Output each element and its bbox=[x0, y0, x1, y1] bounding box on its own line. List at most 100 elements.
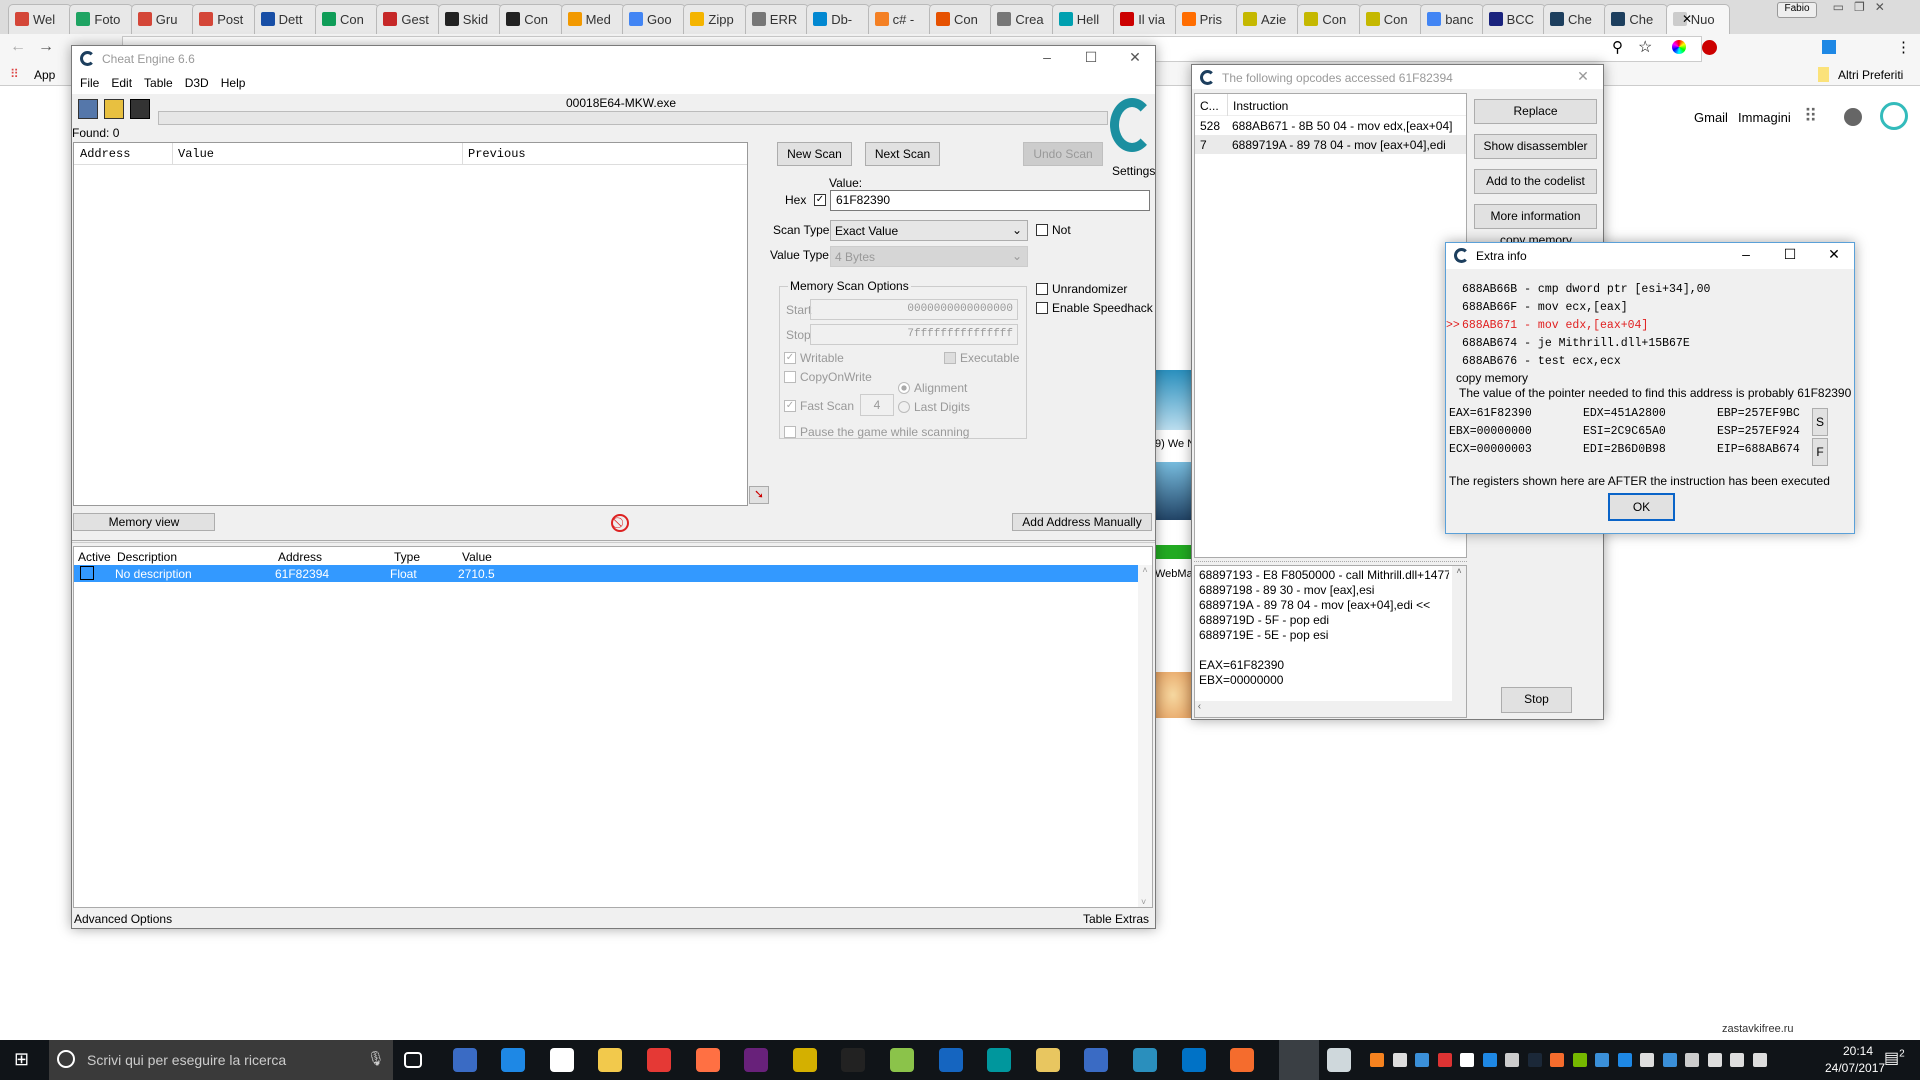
tray-icon[interactable] bbox=[1527, 1053, 1542, 1067]
copyonwrite-checkbox[interactable] bbox=[784, 371, 796, 383]
firefox-icon[interactable] bbox=[695, 1048, 720, 1072]
scan-results-list[interactable]: Address Value Previous bbox=[73, 142, 748, 506]
browser-tab[interactable]: Azie bbox=[1236, 4, 1300, 34]
list-item[interactable]: 528 688AB671 - 8B 50 04 - mov edx,[eax+04… bbox=[1195, 116, 1466, 135]
browser-tab[interactable]: BCC bbox=[1481, 4, 1546, 34]
task-view-icon[interactable] bbox=[404, 1052, 422, 1068]
undo-scan-button[interactable]: Undo Scan bbox=[1023, 142, 1103, 166]
powershell-icon[interactable] bbox=[938, 1048, 963, 1072]
list-item[interactable]: 7 6889719A - 89 78 04 - mov [eax+04],edi bbox=[1195, 135, 1466, 154]
horizontal-scrollbar[interactable]: ‹ bbox=[1195, 701, 1466, 717]
maximize-button[interactable]: ☐ bbox=[1770, 246, 1810, 266]
tray-icon[interactable] bbox=[1460, 1053, 1474, 1067]
browser-tab[interactable]: Goo bbox=[622, 4, 686, 34]
value-type-select[interactable]: 4 Bytes ⌄ bbox=[830, 246, 1028, 267]
new-scan-button[interactable]: New Scan bbox=[777, 142, 852, 166]
bookmark-other[interactable]: Altri Preferiti bbox=[1838, 68, 1903, 82]
network-tool-icon[interactable] bbox=[452, 1048, 477, 1072]
browser-tab[interactable]: Gru bbox=[130, 4, 195, 34]
clock-date[interactable]: 24/07/2017 bbox=[1825, 1061, 1885, 1075]
value-input[interactable]: 61F82390 bbox=[830, 190, 1150, 211]
column-type[interactable]: Type bbox=[394, 550, 420, 564]
tray-icon[interactable] bbox=[1617, 1053, 1632, 1067]
vertical-scrollbar[interactable]: ˄ bbox=[1452, 566, 1466, 702]
row-description[interactable]: No description bbox=[115, 567, 192, 581]
memory-view-button[interactable]: Memory view bbox=[73, 513, 215, 531]
more-information-button[interactable]: More information bbox=[1474, 204, 1597, 229]
row-type[interactable]: Float bbox=[390, 567, 417, 581]
menu-file[interactable]: File bbox=[80, 76, 99, 90]
s-button[interactable]: S bbox=[1812, 408, 1828, 436]
speedhack-checkbox[interactable] bbox=[1036, 302, 1048, 314]
stop-clear-icon[interactable]: ⃠ bbox=[611, 514, 629, 532]
close-button[interactable]: ✕ bbox=[1814, 246, 1854, 266]
next-scan-button[interactable]: Next Scan bbox=[865, 142, 940, 166]
row-address[interactable]: 61F82394 bbox=[275, 567, 329, 581]
origin-icon[interactable] bbox=[1230, 1048, 1255, 1072]
active-checkbox[interactable] bbox=[80, 566, 94, 580]
color-extension-icon[interactable] bbox=[1672, 40, 1686, 54]
cmd-icon[interactable] bbox=[841, 1048, 866, 1072]
zoom-icon[interactable]: ⚲ bbox=[1612, 38, 1623, 56]
chrome-icon[interactable] bbox=[647, 1048, 671, 1072]
save-icon[interactable] bbox=[130, 99, 150, 119]
cheat-engine-logo[interactable] bbox=[1110, 98, 1154, 152]
column-address[interactable]: Address bbox=[278, 550, 322, 564]
browser-tab[interactable]: Che bbox=[1543, 4, 1607, 34]
outlook-icon[interactable] bbox=[1181, 1048, 1206, 1072]
browser-tab[interactable]: Il via bbox=[1113, 4, 1178, 34]
executable-checkbox[interactable] bbox=[944, 352, 956, 364]
advanced-options-link[interactable]: Advanced Options bbox=[74, 912, 172, 926]
menu-icon[interactable]: ⋮ bbox=[1896, 38, 1911, 56]
menu-table[interactable]: Table bbox=[144, 76, 173, 90]
search-box[interactable]: Scrivi qui per eseguire la ricerca 🎙 bbox=[49, 1040, 393, 1080]
f-button[interactable]: F bbox=[1812, 438, 1828, 466]
browser-tab[interactable]: Foto bbox=[69, 4, 134, 34]
settings-link[interactable]: Settings bbox=[1112, 164, 1155, 178]
google-apps-icon[interactable]: ⠿ bbox=[1804, 106, 1817, 127]
window-controls[interactable]: ▭ ❐ ✕ bbox=[1826, 0, 1920, 18]
browser-tab[interactable]: Db- bbox=[806, 4, 871, 34]
tray-icon[interactable] bbox=[1415, 1053, 1429, 1067]
column-value[interactable]: Value bbox=[172, 143, 214, 165]
stop-button[interactable]: Stop bbox=[1501, 687, 1572, 713]
add-address-manually-button[interactable]: Add Address Manually bbox=[1012, 513, 1152, 531]
column-previous[interactable]: Previous bbox=[462, 143, 526, 165]
tray-icon[interactable] bbox=[1392, 1053, 1407, 1067]
extension-icon[interactable] bbox=[1822, 40, 1836, 54]
browser-tab[interactable]: ERR bbox=[744, 4, 809, 34]
gmail-link[interactable]: Gmail bbox=[1694, 110, 1728, 125]
tray-icon[interactable] bbox=[1437, 1053, 1452, 1067]
tray-icon[interactable] bbox=[1662, 1053, 1677, 1067]
tray-icon[interactable] bbox=[1707, 1053, 1722, 1067]
action-center-icon[interactable]: ▤2 bbox=[1884, 1048, 1906, 1070]
unrandomizer-checkbox[interactable] bbox=[1036, 283, 1048, 295]
notepad-icon[interactable] bbox=[890, 1048, 914, 1072]
browser-tab[interactable]: c# - bbox=[867, 4, 932, 34]
tray-icon[interactable] bbox=[1752, 1053, 1767, 1067]
open-process-icon[interactable] bbox=[78, 99, 98, 119]
menu-d3d[interactable]: D3D bbox=[185, 76, 209, 90]
column-instruction[interactable]: Instruction bbox=[1227, 94, 1288, 116]
open-file-icon[interactable] bbox=[104, 99, 124, 119]
pointer-arrow-icon[interactable]: ➘ bbox=[749, 486, 769, 504]
start-windows-icon[interactable]: ⊞ bbox=[14, 1049, 29, 1070]
vertical-scrollbar[interactable]: ˄ ˅ bbox=[1138, 565, 1152, 907]
tray-icon[interactable] bbox=[1370, 1053, 1384, 1067]
app-window-icon[interactable] bbox=[1327, 1048, 1352, 1072]
bookmark-star-icon[interactable]: ☆ bbox=[1638, 37, 1652, 57]
alignment-radio[interactable] bbox=[898, 382, 910, 394]
menu-help[interactable]: Help bbox=[221, 76, 246, 90]
tray-icon[interactable] bbox=[1550, 1053, 1564, 1067]
fast-scan-input[interactable]: 4 bbox=[860, 394, 894, 416]
browser-tab[interactable]: Med bbox=[560, 4, 625, 34]
show-disassembler-button[interactable]: Show disassembler bbox=[1474, 134, 1597, 159]
column-active[interactable]: Active bbox=[78, 550, 111, 564]
cheat-engine-icon[interactable] bbox=[1278, 1040, 1319, 1080]
profile-button[interactable]: Fabio bbox=[1777, 2, 1817, 18]
tray-icon[interactable] bbox=[1730, 1053, 1744, 1067]
writable-checkbox[interactable]: ✓ bbox=[784, 352, 796, 364]
apps-grid-icon[interactable]: ⠿ bbox=[10, 67, 19, 81]
tray-icon[interactable] bbox=[1595, 1053, 1609, 1067]
row-value[interactable]: 2710.5 bbox=[458, 567, 495, 581]
